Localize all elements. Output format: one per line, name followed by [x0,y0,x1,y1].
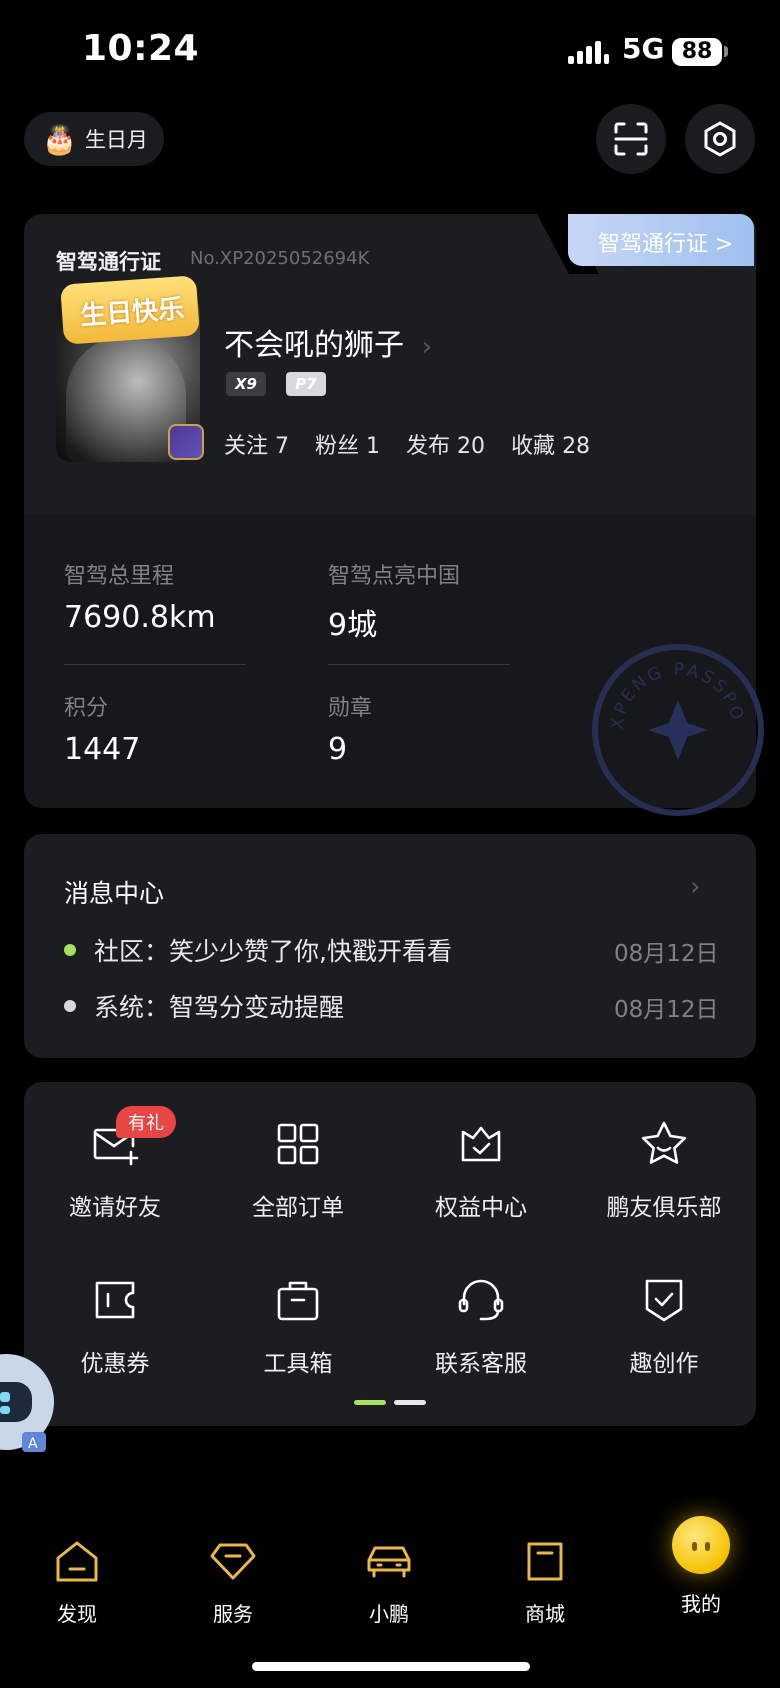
shortcut-label: 联系客服 [435,1351,527,1377]
gift-badge: 有礼 [116,1106,176,1138]
battery-tip [724,46,728,57]
home-indicator[interactable] [252,1662,530,1671]
nav-xiaopeng[interactable]: 小鹏 [329,1536,449,1627]
network-type: 5G [622,32,665,65]
shortcut-label: 优惠券 [80,1351,150,1377]
metric-cities-value: 9城 [328,608,378,643]
status-time: 10:24 [82,28,200,69]
unread-dot-icon [64,944,76,956]
diamond-icon [210,1543,256,1580]
signal-icon [568,41,609,64]
birthday-badge: 生日快乐 [60,275,200,345]
divider [328,664,510,665]
ai-assistant-robot-icon[interactable]: A [0,1348,58,1456]
metric-mileage-value: 7690.8km [64,600,216,635]
svg-text:A: A [28,1436,38,1452]
shortcut-label: 全部订单 [252,1195,344,1221]
grid-icon [277,1123,319,1165]
car-tag-x9: X9 [226,372,266,396]
scan-button[interactable] [596,104,666,174]
message-text: 系统：智驾分变动提醒 [94,993,345,1022]
shortcut-label: 鹏友俱乐部 [606,1195,722,1221]
shortcut-fun-create[interactable]: 趣创作 [573,1274,755,1378]
message-date: 08月12日 [614,941,719,967]
shortcut-label: 趣创作 [629,1351,699,1377]
stat-posts[interactable]: 发布 20 [406,428,485,460]
passport-tab-label: 智驾通行证 > [598,232,734,257]
chevron-right-icon: › [413,332,433,362]
nav-label: 我的 [681,1592,721,1616]
coupon-icon [95,1281,135,1319]
passport-number: No.XP2025052694K [190,248,370,269]
level-badge-icon [168,424,204,460]
bag-icon [527,1542,563,1581]
chevron-right-icon[interactable]: › [690,872,700,902]
nav-service[interactable]: 服务 [173,1536,293,1627]
shortcut-label: 工具箱 [263,1351,333,1377]
home-icon [56,1541,98,1582]
shortcut-customer-service[interactable]: 联系客服 [390,1274,572,1378]
nav-mall[interactable]: 商城 [485,1536,605,1627]
username-row[interactable]: 不会吼的狮子 › [224,320,432,364]
shortcut-label: 邀请好友 [69,1195,161,1221]
shortcut-peng-club[interactable]: 鹏友俱乐部 [573,1118,755,1222]
metric-points-value[interactable]: 1447 [64,732,140,767]
birthday-month-chip[interactable]: 🎂 生日月 [24,112,164,166]
social-stats: 关注 7 粉丝 1 发布 20 收藏 28 [224,428,590,460]
shortcut-toolbox[interactable]: 工具箱 [207,1274,389,1378]
shortcut-invite-friends[interactable]: 邀请好友 [24,1118,206,1222]
message-text: 社区：笑少少赞了你,快戳开看看 [94,937,452,966]
crown-icon [461,1126,501,1162]
scan-icon [614,122,648,156]
message-date: 08月12日 [614,997,719,1023]
toolbox-icon [277,1281,319,1321]
cake-icon: 🎂 [42,122,77,156]
message-center-title: 消息中心 [64,879,165,908]
car-tag-p7: P7 [286,372,326,396]
shield-check-icon [645,1279,683,1322]
metric-mileage-label: 智驾总里程 [64,564,175,589]
message-item-system[interactable]: 系统：智驾分变动提醒 [64,988,344,1024]
shortcut-benefits-center[interactable]: 权益中心 [390,1118,572,1222]
nav-label: 发现 [57,1602,97,1626]
metric-medals-value[interactable]: 9 [328,732,347,767]
nav-label: 商城 [525,1602,565,1626]
nav-label: 服务 [213,1602,253,1626]
stat-favorites[interactable]: 收藏 28 [511,428,590,460]
settings-button[interactable] [685,104,755,174]
mascot-icon [672,1516,730,1574]
read-dot-icon [64,1000,76,1012]
stat-followers[interactable]: 粉丝 1 [315,428,380,460]
passport-stamp-icon: XPENG PASSPORT [592,644,764,816]
page-indicator-active [354,1400,386,1405]
username: 不会吼的狮子 [224,328,404,363]
headset-icon [458,1279,504,1321]
message-item-community[interactable]: 社区：笑少少赞了你,快戳开看看 [64,932,452,968]
metric-medals-label: 勋章 [328,696,373,721]
shortcut-all-orders[interactable]: 全部订单 [207,1118,389,1222]
metric-points-label: 积分 [64,696,109,721]
metric-cities-label: 智驾点亮中国 [328,564,461,589]
divider [64,664,246,665]
passport-title: 智驾通行证 [56,250,161,274]
star-icon [641,1121,687,1164]
nav-discover[interactable]: 发现 [17,1536,137,1627]
nav-label: 小鹏 [369,1602,409,1626]
stat-following[interactable]: 关注 7 [224,428,289,460]
car-icon [367,1546,411,1578]
nav-me[interactable]: 我的 [641,1516,761,1617]
battery-level: 88 [672,38,722,66]
settings-hexagon-icon [704,121,736,157]
shortcut-label: 权益中心 [435,1195,527,1221]
birthday-chip-label: 生日月 [84,128,148,152]
page-indicator [394,1400,426,1405]
